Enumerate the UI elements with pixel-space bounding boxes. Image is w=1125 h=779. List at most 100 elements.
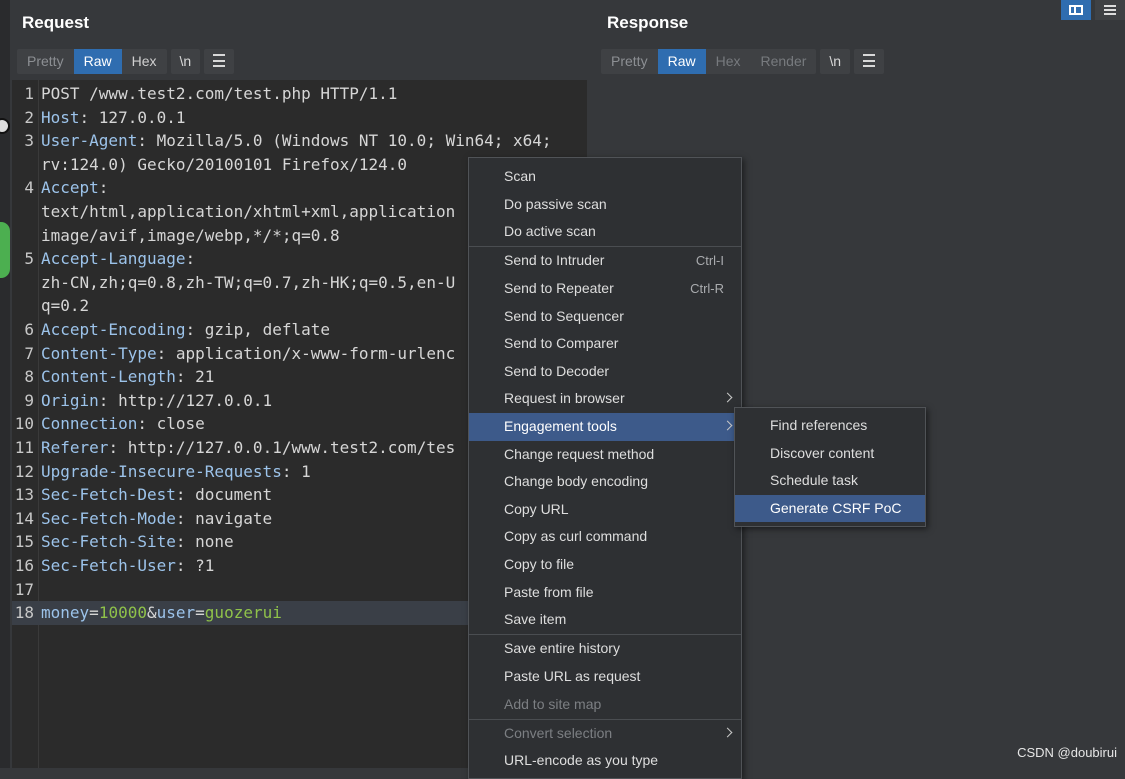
response-tab-pretty[interactable]: Pretty <box>601 49 658 74</box>
hamburger-icon <box>213 54 226 67</box>
menu-item-label: Generate CSRF PoC <box>770 499 902 516</box>
header-value: : 21 <box>175 367 215 387</box>
header-value: : Mozilla/5.0 (Windows NT 10.0; Win64; x… <box>137 131 552 151</box>
code-line: 1 POST /www.test2.com/test.php HTTP/1.1 <box>12 82 587 106</box>
menu-item-save-item[interactable]: Save item <box>469 606 741 634</box>
line-number: 18 <box>14 603 34 623</box>
menu-item-paste-url-as-request[interactable]: Paste URL as request <box>469 663 741 691</box>
menu-item-send-to-decoder[interactable]: Send to Decoder <box>469 358 741 386</box>
response-tab-hex[interactable]: Hex <box>706 49 751 74</box>
request-newline-toggle[interactable]: \n <box>170 49 201 74</box>
menu-item-shortcut: Ctrl-I <box>695 253 724 269</box>
menu-item-label: Save item <box>504 611 567 628</box>
menu-item-shortcut: Ctrl-R <box>690 281 724 296</box>
request-tab-pretty[interactable]: Pretty <box>17 49 74 74</box>
submenu-item-find-references[interactable]: Find references <box>735 412 925 440</box>
body-text: money=10000&user=guozerui <box>41 601 282 625</box>
request-title: Request <box>22 13 90 32</box>
line-text: Sec-Fetch-Site: none <box>41 530 234 554</box>
menu-item-send-to-comparer[interactable]: Send to Comparer <box>469 330 741 358</box>
menu-item-copy-to-file[interactable]: Copy to file <box>469 551 741 579</box>
header-value: text/html,application/xhtml+xml,applicat… <box>41 202 456 221</box>
line-text: Connection: close <box>41 412 205 436</box>
header-value: POST /www.test2.com/test.php HTTP/1.1 <box>41 84 398 103</box>
menu-item-label: Find references <box>770 417 868 433</box>
line-number: 10 <box>14 414 34 434</box>
menu-item-label: Do passive scan <box>504 195 607 212</box>
menu-item-label: Request in browser <box>504 390 625 407</box>
header-value: image/avif,image/webp,*/*;q=0.8 <box>41 225 340 245</box>
request-menu-button[interactable] <box>204 49 235 74</box>
menu-item-label: Add to site map <box>504 695 602 712</box>
layout-side-by-side-button[interactable] <box>1061 0 1091 20</box>
menu-item-label: Convert selection <box>504 724 613 741</box>
line-text: Accept: <box>41 176 108 200</box>
left-edge-strip <box>0 0 10 768</box>
header-value: : 1 <box>281 461 311 481</box>
request-tab-hex[interactable]: Hex <box>122 49 167 74</box>
line-text: Content-Type: application/x-www-form-url… <box>41 342 455 366</box>
menu-item-save-entire-history[interactable]: Save entire history <box>469 635 741 663</box>
header-name: Referer <box>41 438 109 457</box>
line-number: 11 <box>14 438 34 457</box>
line-number: 16 <box>14 556 34 575</box>
menu-item-label: Paste URL as request <box>504 668 641 684</box>
header-name: User-Agent <box>41 131 138 151</box>
menu-item-label: Do active scan <box>504 223 596 240</box>
context-menu: Scan Do passive scan Do active scan Send to… <box>468 157 742 779</box>
header-value: : http://127.0.0.1/www.test2.com/tes <box>108 438 456 457</box>
response-tab-render[interactable]: Render <box>751 49 817 74</box>
menu-item-send-to-sequencer[interactable]: Send to Sequencer <box>469 303 741 331</box>
menu-item-do-active-scan[interactable]: Do active scan <box>469 218 741 246</box>
header-name: Content-Length <box>41 367 176 387</box>
request-view-tabs: Pretty Raw Hex \n <box>17 49 235 74</box>
menu-item-copy-url[interactable]: Copy URL <box>469 496 741 524</box>
header-value: : application/x-www-form-urlenc <box>156 343 456 363</box>
menu-item-send-to-intruder[interactable]: Send to Intruder Ctrl-I <box>469 247 741 275</box>
menu-item-change-request-method[interactable]: Change request method <box>469 441 741 469</box>
engagement-tools-submenu: Find references Discover content Schedule … <box>734 407 926 527</box>
line-number: 6 <box>24 320 34 339</box>
menu-item-paste-from-file[interactable]: Paste from file <box>469 579 741 607</box>
menu-item-label: Engagement tools <box>504 418 617 434</box>
menu-item-label: URL-encode as you type <box>504 752 659 769</box>
header-name: Content-Type <box>41 343 157 363</box>
header-value: : 127.0.0.1 <box>79 107 186 127</box>
menu-item-label: Change body encoding <box>504 473 649 490</box>
response-tab-raw[interactable]: Raw <box>657 49 706 74</box>
line-text: Sec-Fetch-User: ?1 <box>41 554 214 578</box>
menu-item-engagement-tools[interactable]: Engagement tools <box>469 413 741 441</box>
menu-item-scan[interactable]: Scan <box>469 163 741 191</box>
menu-item-label: Discover content <box>770 444 875 461</box>
header-name: Connection <box>41 414 138 434</box>
menu-item-send-to-repeater[interactable]: Send to Repeater Ctrl-R <box>469 275 741 303</box>
header-name: Origin <box>41 390 99 410</box>
request-tab-raw[interactable]: Raw <box>73 49 122 74</box>
header-value: rv:124.0) Gecko/20100101 Firefox/124.0 <box>41 154 408 174</box>
menu-item-request-in-browser[interactable]: Request in browser <box>469 385 741 413</box>
response-view-tabs: Pretty Raw Hex Render \n <box>601 49 885 74</box>
menu-item-url-encode-as-you-type[interactable]: URL-encode as you type <box>469 747 741 775</box>
menu-item-change-body-encoding[interactable]: Change body encoding <box>469 468 741 496</box>
header-name: Accept <box>41 178 99 198</box>
line-text: text/html,application/xhtml+xml,applicat… <box>41 200 455 224</box>
menu-item-copy-as-curl-command[interactable]: Copy as curl command <box>469 523 741 551</box>
line-number: 8 <box>24 367 34 387</box>
line-text: Host: 127.0.0.1 <box>41 106 186 130</box>
line-text: Accept-Language: <box>41 247 195 271</box>
submenu-item-schedule-task[interactable]: Schedule task <box>735 467 925 495</box>
response-newline-toggle[interactable]: \n <box>820 49 851 74</box>
response-menu-button[interactable] <box>854 49 885 74</box>
menu-item-label: Send to Sequencer <box>504 307 624 324</box>
menu-item-label: Paste from file <box>504 583 594 600</box>
header-value: q=0.2 <box>41 296 90 316</box>
code-line: 3 User-Agent: Mozilla/5.0 (Windows NT 10.… <box>12 129 587 153</box>
ampersand: & <box>146 603 157 623</box>
header-value: : document <box>175 485 273 505</box>
header-name: Upgrade-Insecure-Requests <box>41 461 282 481</box>
submenu-item-generate-csrf-poc[interactable]: Generate CSRF PoC <box>735 494 925 523</box>
chevron-right-icon <box>722 420 733 431</box>
layout-stacked-button[interactable] <box>1095 0 1125 20</box>
menu-item-do-passive-scan[interactable]: Do passive scan <box>469 191 741 219</box>
submenu-item-discover-content[interactable]: Discover content <box>735 440 925 468</box>
